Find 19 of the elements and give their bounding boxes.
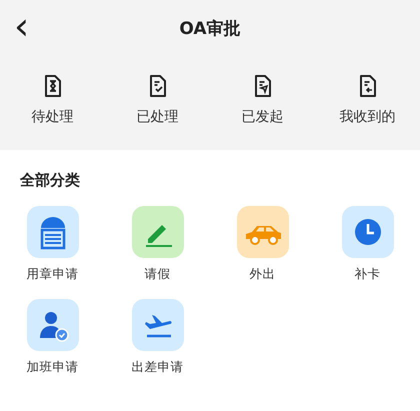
category-button[interactable]: 请假: [132, 206, 184, 283]
section-title: 全部分类: [20, 171, 80, 190]
shutter-icon: [26, 206, 78, 258]
departing-plane-icon: [132, 299, 184, 351]
category-button[interactable]: 加班申请: [26, 299, 78, 376]
shortcut-button[interactable]: 已发起: [242, 74, 284, 126]
category-button[interactable]: 出差申请: [132, 299, 184, 376]
shortcut-button[interactable]: 待处理: [32, 74, 74, 126]
category-button[interactable]: 补卡: [342, 206, 394, 283]
person-check-icon: [26, 299, 78, 351]
back-button[interactable]: ‹: [8, 6, 36, 46]
page-title: OA审批: [179, 18, 241, 40]
shortcut-button[interactable]: 我收到的: [340, 74, 396, 126]
pencil-icon: [132, 206, 184, 258]
clock-icon: [342, 206, 394, 258]
car-icon: [236, 206, 288, 258]
category-button[interactable]: 用章申请: [26, 206, 78, 283]
category-button[interactable]: 外出: [236, 206, 288, 283]
shortcut-button[interactable]: 已处理: [136, 74, 178, 126]
